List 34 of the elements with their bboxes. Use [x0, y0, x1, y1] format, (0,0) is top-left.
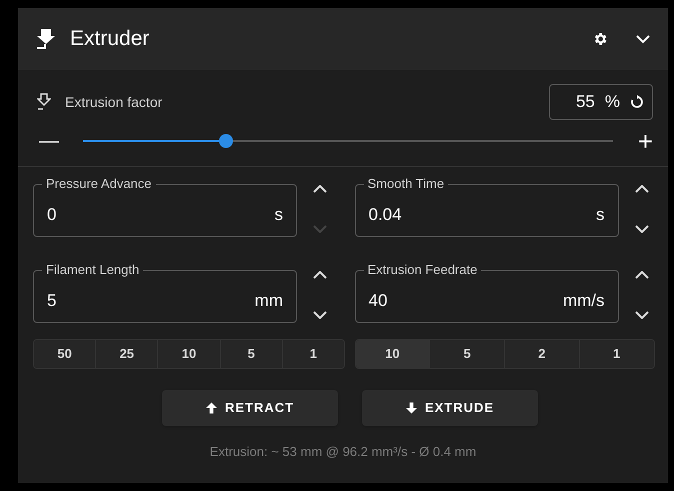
panel-title: Extruder	[70, 26, 150, 52]
field-label: Filament Length	[42, 262, 144, 278]
step-button[interactable]: 1	[578, 340, 654, 368]
step-button[interactable]: 50	[34, 340, 96, 368]
step-button[interactable]: 25	[95, 340, 158, 368]
unit-label: s	[274, 204, 283, 226]
slider-thumb[interactable]	[219, 134, 234, 148]
field-value: 0	[47, 204, 56, 226]
step-button[interactable]: 2	[504, 340, 579, 368]
unit-label: mm/s	[562, 290, 604, 312]
extrude-button[interactable]: EXTRUDE	[362, 390, 538, 426]
arrow-up-icon	[206, 402, 217, 414]
field-value: 40	[368, 290, 388, 312]
decrease-button[interactable]: —	[33, 126, 73, 156]
retract-button[interactable]: RETRACT	[162, 390, 338, 426]
field-value: 0.04	[368, 204, 402, 226]
extrusion-factor-field[interactable]: 55 %	[549, 84, 653, 120]
step-button[interactable]: 1	[282, 340, 344, 368]
unit-label: mm	[254, 290, 283, 312]
field-value: 5	[47, 290, 56, 312]
step-button[interactable]: 10	[356, 340, 430, 368]
extrusion-factor-label: Extrusion factor	[65, 92, 162, 112]
step-button[interactable]: 5	[429, 340, 504, 368]
extruder-outline-icon	[37, 93, 51, 111]
step-button[interactable]: 5	[220, 340, 282, 368]
extrusion-summary: Extrusion: ~ 53 mm @ 96.2 mm³/s - Ø 0.4 mm	[208, 443, 478, 461]
arrow-down-icon	[406, 402, 417, 414]
chevron-down-icon[interactable]	[636, 34, 650, 44]
increase-button[interactable]: +	[623, 128, 653, 154]
reset-icon[interactable]	[630, 95, 644, 109]
extruder-icon	[36, 28, 56, 50]
settings-icon[interactable]	[592, 31, 608, 47]
step-button[interactable]: 10	[157, 340, 220, 368]
unit-label: s	[596, 204, 604, 226]
